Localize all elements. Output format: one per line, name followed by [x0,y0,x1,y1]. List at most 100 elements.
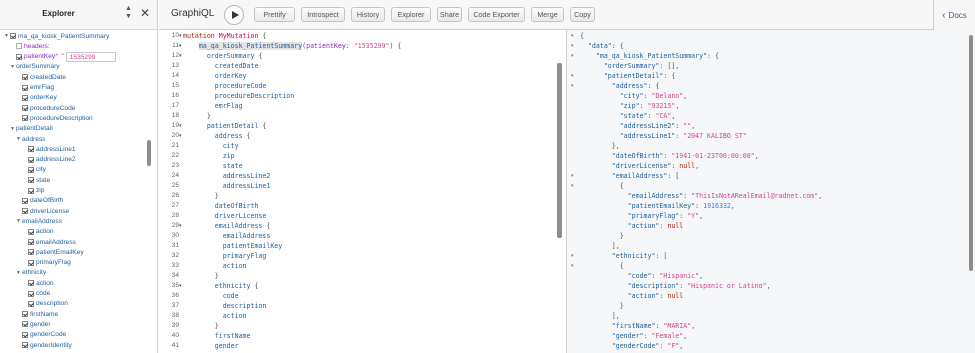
tree-item[interactable]: createdDate [16,72,66,82]
tree-item[interactable]: ▼ patientDetail [10,124,53,134]
checkbox[interactable] [28,290,34,297]
checkbox[interactable] [28,280,34,287]
code-line: primaryFlag [183,251,267,261]
code-exporter-button[interactable]: Code Exporter [468,7,525,22]
fold-toggle-icon[interactable]: ▾ [571,71,577,81]
checkbox[interactable] [28,146,34,153]
line-number: 25 [171,182,179,189]
close-icon[interactable]: ✕ [140,7,150,19]
checkbox[interactable] [22,74,28,81]
code-line: description [183,301,267,311]
checkbox[interactable] [22,342,28,348]
tree-item[interactable]: action [22,227,54,237]
fold-toggle-icon[interactable]: ▾ [571,41,577,51]
tree-item[interactable]: headers: [10,41,50,51]
tree-item[interactable]: addressLine2 [22,155,76,165]
sort-icon[interactable]: ▲ ▼ [124,5,133,21]
checkbox[interactable] [22,94,28,101]
result-scrollbar[interactable] [969,35,973,271]
merge-button[interactable]: Merge [531,7,564,22]
tree-item[interactable]: ▼ ethnicity [16,268,46,278]
checkbox[interactable] [28,239,34,245]
tree-item[interactable]: firstName [16,309,58,319]
checkbox[interactable] [22,197,28,204]
checkbox[interactable] [28,249,34,256]
tree-item[interactable]: ▼ ma_qa_kiosk_PatientSummary [4,31,109,41]
copy-button[interactable]: Copy [570,7,595,22]
checkbox[interactable] [22,105,28,112]
checkbox[interactable] [28,156,34,163]
checkbox[interactable] [22,208,28,215]
tree-item[interactable]: action [22,278,54,288]
code-line: addressLine1 [183,181,271,191]
tree-item-label: procedureDescription [30,114,93,122]
code-line: zip [183,151,235,161]
tree-item[interactable]: patientKey*: " 1535299 [10,51,116,62]
tree-item[interactable]: orderKey [16,93,57,103]
fold-toggle-icon[interactable]: ▾ [571,171,577,181]
tree-item[interactable]: dateOfBirth [16,196,63,206]
checkbox[interactable] [28,177,34,184]
tree-item[interactable]: emailAddress [22,237,76,247]
tree-item[interactable]: primaryFlag [22,258,71,268]
tree-item[interactable]: gender [16,319,51,329]
tree-item[interactable]: ▼ address [16,134,45,144]
tree-item[interactable]: ▼ emailAddress [16,216,62,226]
code-line: emailAddress [183,231,271,241]
fold-toggle-icon[interactable]: ▾ [571,261,577,271]
tree-item[interactable]: state [22,175,50,185]
introspect-button[interactable]: Introspect [301,7,345,22]
fold-toggle-icon[interactable]: ▾ [571,81,577,91]
editor-scrollbar[interactable] [557,63,562,238]
checkbox[interactable] [22,331,28,338]
explorer-button[interactable]: Explorer [391,7,431,22]
query-editor[interactable]: 10 11 12 13 14 15 16 17 18 19 20 21 22 23 24 25 26 27 28 29… [159,30,566,353]
tree-item[interactable]: procedureCode [16,103,75,113]
prettify-button[interactable]: Prettify [254,7,295,22]
checkbox[interactable] [28,166,34,173]
tree-item[interactable]: driverLicense [16,206,69,216]
checkbox[interactable] [16,43,22,50]
tree-item[interactable]: procedureDescription [16,113,93,123]
run-button[interactable] [224,5,244,25]
fold-toggle-icon[interactable]: ▾ [571,181,577,191]
fold-toggle-icon[interactable]: ▾ [571,31,577,41]
checkbox[interactable] [22,84,28,91]
code-token: addressLine1 [222,182,271,190]
fold-toggle-icon[interactable]: ▾ [571,51,577,61]
tree-item[interactable]: ▼ orderSummary [10,62,60,72]
history-button[interactable]: History [351,7,385,22]
tree-item[interactable]: zip [22,186,44,196]
code-token: emailAddress [222,232,271,240]
checkbox[interactable] [16,53,22,60]
code-line: emrFlag [183,101,243,111]
checkbox[interactable] [28,300,34,307]
share-button[interactable]: Share [437,7,462,22]
explorer-scrollbar[interactable] [147,140,151,166]
result-token: "dateOfBirth" [611,152,664,160]
fold-toggle-icon[interactable]: ▾ [571,251,577,261]
result-token [580,192,628,200]
checkbox[interactable] [22,321,28,328]
tree-item[interactable]: genderCode [16,330,66,340]
checkbox[interactable] [22,311,28,318]
checkbox[interactable] [28,259,34,266]
checkbox[interactable] [10,33,16,39]
checkbox[interactable] [28,187,34,194]
tree-item[interactable]: city [22,165,46,175]
tree-item[interactable]: addressLine1 [22,144,76,154]
tree-item[interactable]: genderIdentity [16,340,72,350]
checkbox[interactable] [22,115,28,122]
tree-item[interactable]: emrFlag [16,83,54,93]
checkbox[interactable] [28,228,34,235]
result-token [580,212,628,220]
patient-key-input[interactable]: 1535299 [65,51,116,62]
tree-item[interactable]: patientEmailKey [22,247,84,257]
tree-item[interactable]: description [22,299,68,309]
tree-item-label: emrFlag [30,84,55,91]
docs-button[interactable]: ‹ Docs [933,0,975,30]
tree-item[interactable]: code [22,289,50,299]
